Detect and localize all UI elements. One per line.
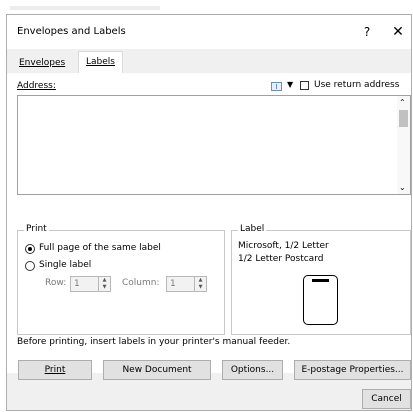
label-group-title: Label [238,224,267,234]
column-value: 1 [170,279,176,289]
print-group-title: Print [24,224,49,234]
print-group: Print Full page of the same label Single… [17,224,225,335]
label-group[interactable]: Label Microsoft, 1/2 Letter 1/2 Letter P… [231,224,411,335]
labels-panel: Address: ▼ Use return address ⌃ ⌄ Print … [7,73,411,373]
envelopes-labels-dialog: Envelopes and Labels ? ✕ Envelopes Label… [6,14,412,411]
cancel-button-label: Cancel [371,394,402,404]
label-vendor: Microsoft, 1/2 Letter [238,241,329,251]
tab-envelopes[interactable]: Envelopes [13,53,71,73]
new-document-button-label: New Document [122,365,192,375]
single-label-label[interactable]: Single label [39,260,91,270]
new-document-button[interactable]: New Document [103,360,211,380]
label-product: 1/2 Letter Postcard [238,254,324,264]
print-button-label: Print [44,365,66,375]
use-return-address-label[interactable]: Use return address [314,80,399,90]
background-bar [10,6,160,10]
tab-strip: Envelopes Labels [7,51,411,74]
column-spinner-arrows-icon[interactable]: ▲ ▼ [194,277,206,291]
row-spinner[interactable]: 1 ▲ ▼ [70,276,111,292]
epostage-properties-button[interactable]: E-postage Properties... [294,360,411,380]
address-label: Address: [17,81,56,91]
full-page-radio[interactable] [25,244,35,254]
epostage-button-label: E-postage Properties... [301,365,404,375]
address-scrollbar[interactable]: ⌃ ⌄ [397,96,410,194]
options-button[interactable]: Options... [222,360,283,380]
cancel-button[interactable]: Cancel [362,389,411,409]
scroll-up-icon[interactable]: ⌃ [399,98,406,107]
use-return-address-checkbox[interactable] [300,81,309,90]
scroll-thumb[interactable] [399,110,408,127]
title-bar: Envelopes and Labels ? ✕ [7,15,411,49]
row-label: Row: [45,278,67,288]
dialog-title: Envelopes and Labels [17,26,126,37]
column-spinner[interactable]: 1 ▲ ▼ [166,276,207,292]
single-label-radio[interactable] [25,261,35,271]
print-button[interactable]: Print [18,360,92,380]
row-value: 1 [74,279,80,289]
chevron-down-icon[interactable]: ▼ [287,80,293,89]
full-page-label[interactable]: Full page of the same label [39,243,161,253]
options-button-label: Options... [230,365,275,375]
row-spinner-arrows-icon[interactable]: ▲ ▼ [98,277,110,291]
address-input[interactable]: ⌃ ⌄ [17,95,411,195]
scroll-down-icon[interactable]: ⌄ [399,183,406,192]
tab-labels[interactable]: Labels [78,51,123,73]
printer-note: Before printing, insert labels in your p… [17,337,291,347]
address-book-icon[interactable] [271,82,282,91]
background-strip [0,0,413,12]
label-preview-icon [303,275,338,325]
close-button[interactable]: ✕ [387,22,409,42]
help-button[interactable]: ? [357,22,377,42]
column-label: Column: [122,278,160,288]
